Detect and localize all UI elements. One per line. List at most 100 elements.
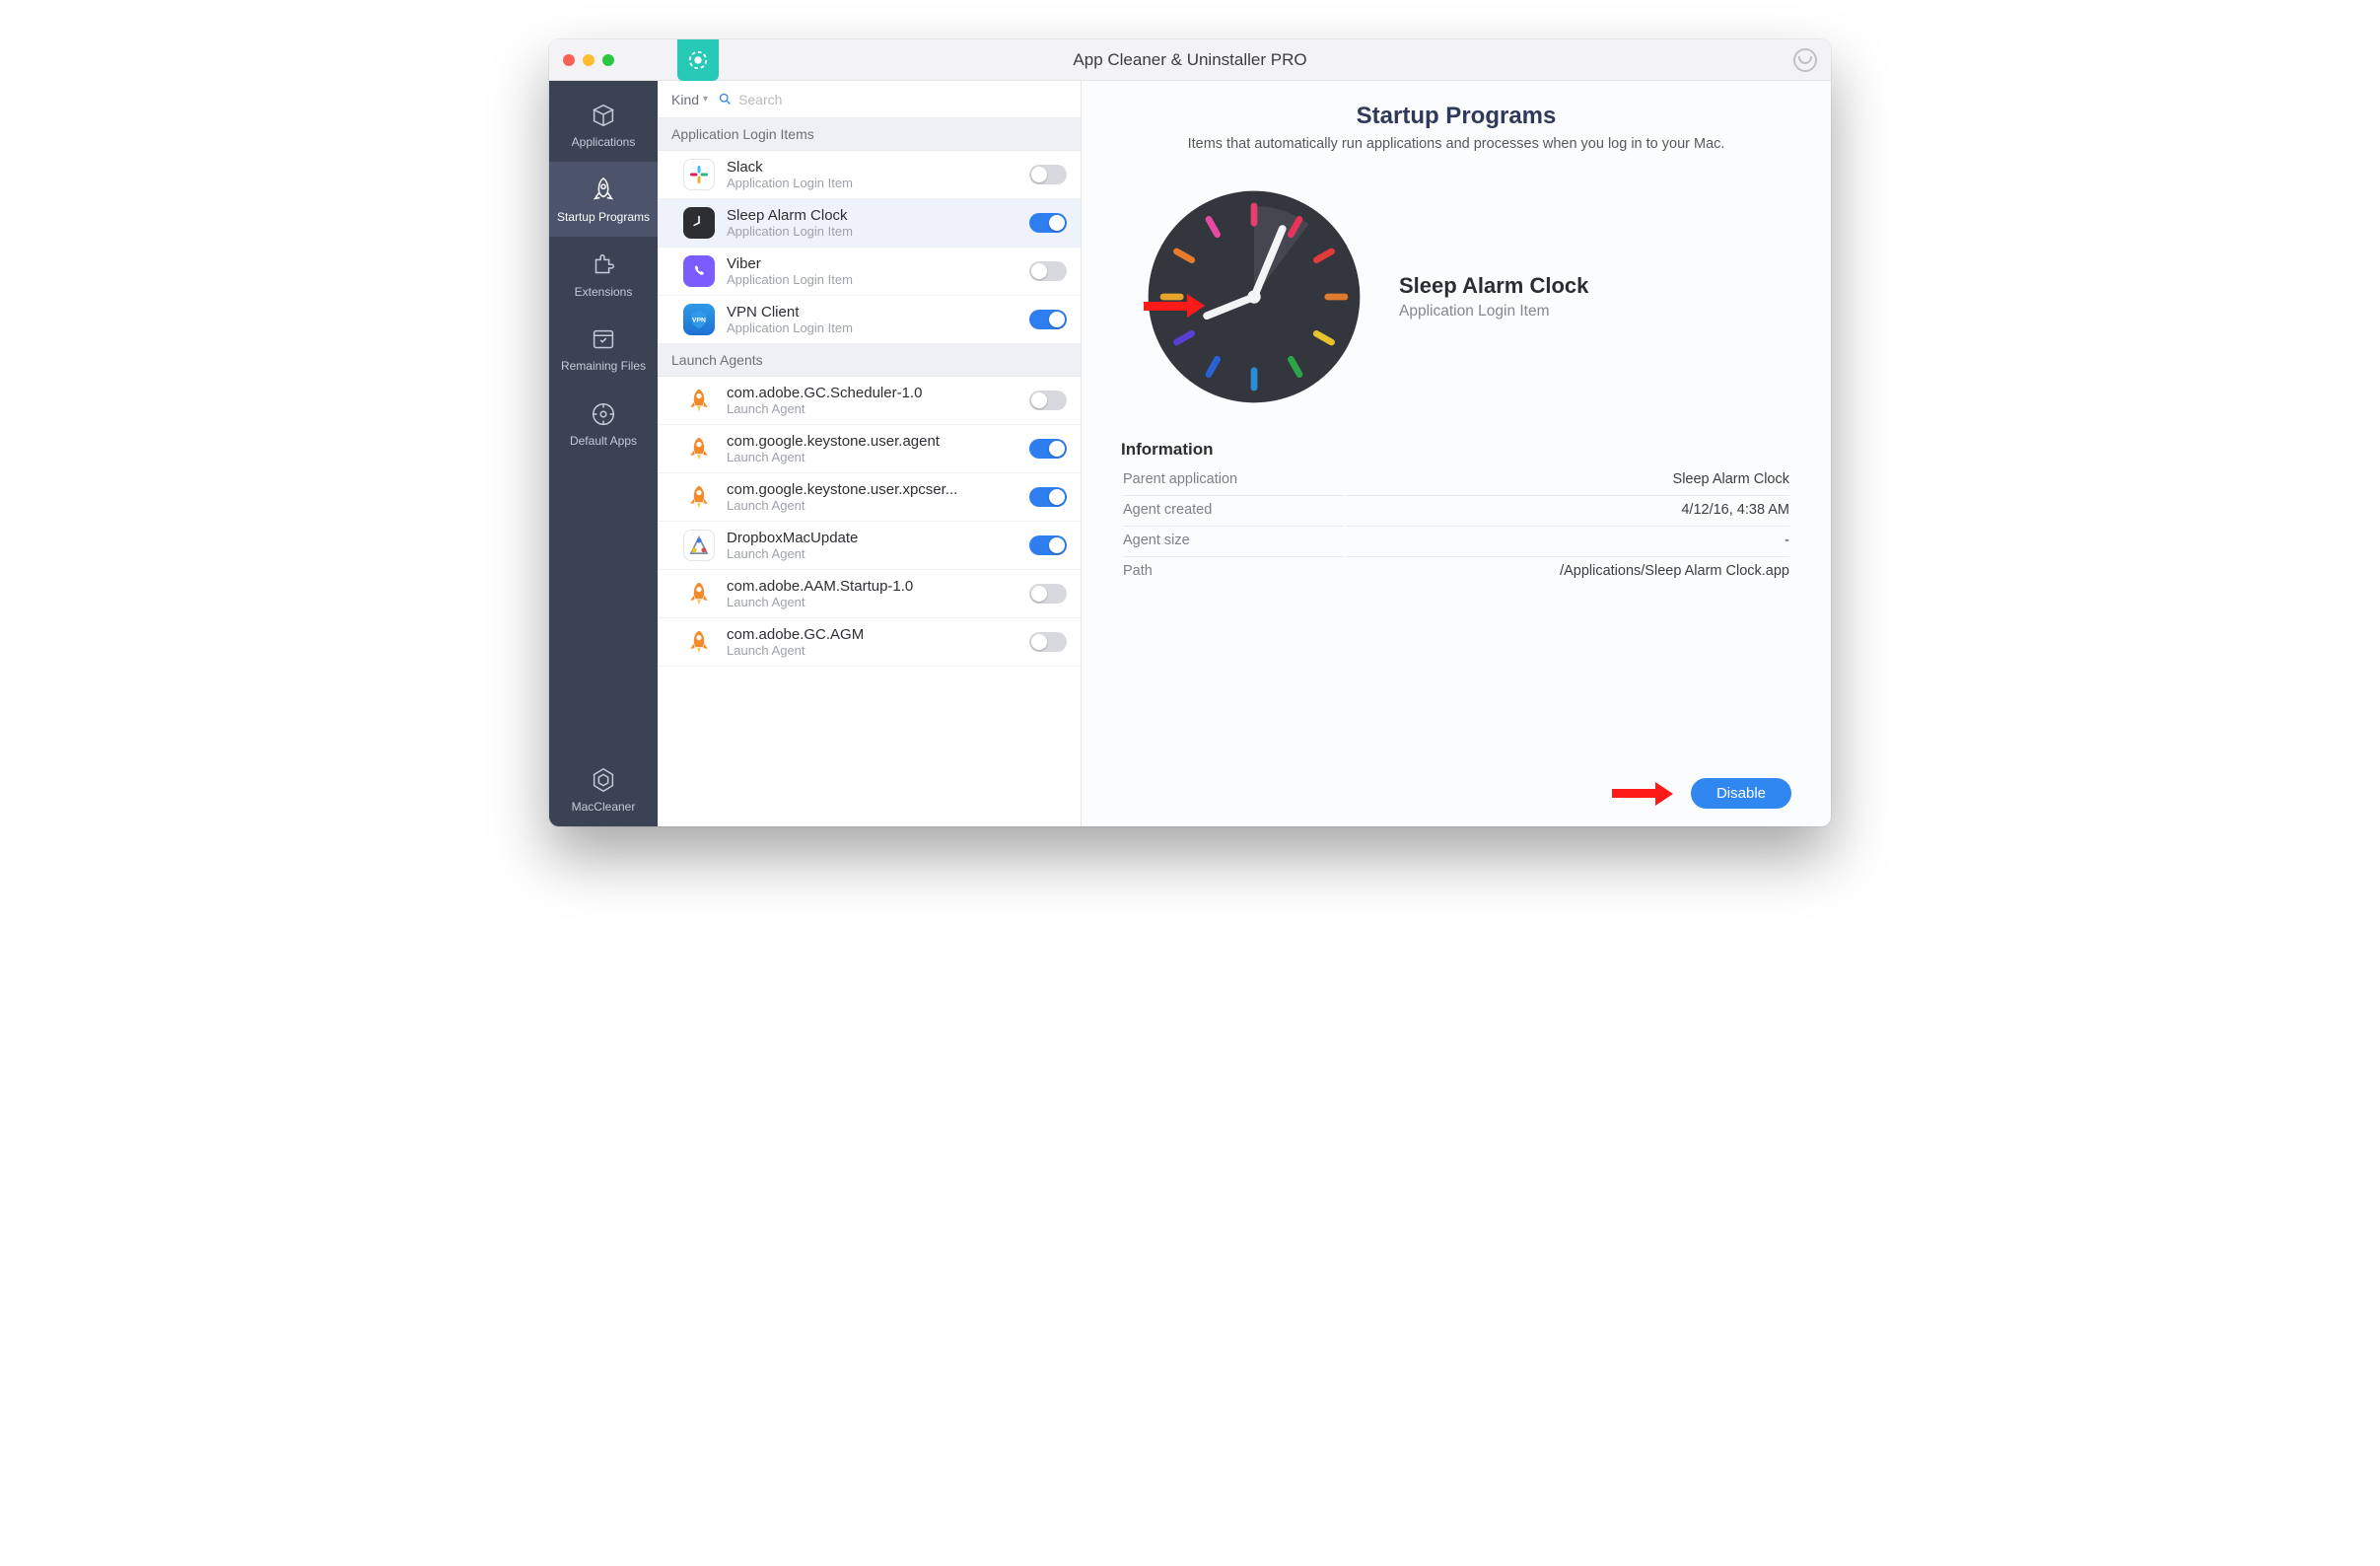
search-icon (718, 92, 733, 107)
sidebar-item-label: Remaining Files (561, 360, 646, 374)
list-item-subtitle: Launch Agent (727, 450, 1017, 464)
rocket-icon (683, 578, 715, 609)
list-item-name: com.google.keystone.user.xpcser... (727, 481, 1017, 498)
enable-toggle[interactable] (1029, 261, 1067, 281)
list-item-subtitle: Launch Agent (727, 595, 1017, 609)
detail-info: Information Parent applicationSleep Alar… (1121, 436, 1791, 587)
enable-toggle[interactable] (1029, 487, 1067, 507)
list-item-name: DropboxMacUpdate (727, 530, 1017, 546)
list-item-subtitle: Launch Agent (727, 546, 1017, 561)
list-item[interactable]: Viber Application Login Item (658, 248, 1081, 296)
detail-pane: Startup Programs Items that automaticall… (1082, 81, 1831, 826)
rocket-icon (683, 433, 715, 464)
search-field[interactable] (718, 92, 1067, 107)
info-row: Agent created4/12/16, 4:38 AM (1123, 495, 1789, 524)
list-item[interactable]: com.adobe.AAM.Startup-1.0 Launch Agent (658, 570, 1081, 618)
enable-toggle[interactable] (1029, 584, 1067, 604)
info-row: Parent applicationSleep Alarm Clock (1123, 465, 1789, 493)
sidebar-item-extensions[interactable]: Extensions (549, 237, 658, 312)
search-input[interactable] (738, 92, 1067, 107)
svg-text:VPN: VPN (692, 317, 706, 323)
info-key: Path (1123, 556, 1344, 585)
enable-toggle[interactable] (1029, 632, 1067, 652)
list-item[interactable]: com.adobe.GC.AGM Launch Agent (658, 618, 1081, 667)
sidebar-item-label: MacCleaner (572, 801, 636, 815)
list-item-name: Sleep Alarm Clock (727, 207, 1017, 224)
viber-icon (683, 255, 715, 287)
slack-icon (683, 159, 715, 190)
list-item[interactable]: com.google.keystone.user.xpcser... Launc… (658, 473, 1081, 522)
info-value: /Applications/Sleep Alarm Clock.app (1346, 556, 1789, 585)
sidebar-item-remaining-files[interactable]: Remaining Files (549, 311, 658, 386)
list-rows: Application Login Items Slack Applicatio… (658, 118, 1081, 826)
sidebar-item-label: Applications (572, 136, 636, 150)
titlebar: App Cleaner & Uninstaller PRO (549, 39, 1831, 81)
window-title: App Cleaner & Uninstaller PRO (549, 50, 1831, 70)
list-item-subtitle: Launch Agent (727, 401, 1017, 416)
clock-icon (683, 207, 715, 239)
disable-button[interactable]: Disable (1691, 778, 1791, 809)
chevron-down-icon: ▾ (703, 94, 708, 105)
list-item-name: com.adobe.AAM.Startup-1.0 (727, 578, 1017, 595)
list-item-subtitle: Application Login Item (727, 320, 1017, 335)
rocket-icon (683, 626, 715, 658)
info-row: Path/Applications/Sleep Alarm Clock.app (1123, 556, 1789, 585)
annotation-arrow-icon (1144, 294, 1205, 318)
sidebar-item-label: Extensions (575, 286, 633, 300)
list-section-header: Application Login Items (658, 118, 1081, 151)
detail-footer: Disable (1121, 762, 1791, 809)
list-item-subtitle: Application Login Item (727, 224, 1017, 239)
rocket-icon (683, 481, 715, 513)
sidebar-item-label: Default Apps (570, 435, 637, 449)
sort-kind-button[interactable]: Kind ▾ (671, 92, 708, 107)
detail-app-name: Sleep Alarm Clock (1399, 273, 1588, 299)
dropbox-icon (683, 530, 715, 561)
sidebar-item-applications[interactable]: Applications (549, 87, 658, 162)
sidebar-item-startup-programs[interactable]: Startup Programs (549, 162, 658, 237)
enable-toggle[interactable] (1029, 310, 1067, 329)
list-item-name: VPN Client (727, 304, 1017, 320)
list-item[interactable]: VPN VPN Client Application Login Item (658, 296, 1081, 344)
detail-heading: Startup Programs (1121, 103, 1791, 130)
list-item-name: com.adobe.GC.AGM (727, 626, 1017, 643)
enable-toggle[interactable] (1029, 165, 1067, 184)
enable-toggle[interactable] (1029, 535, 1067, 555)
app-window: App Cleaner & Uninstaller PRO Applicatio… (549, 39, 1831, 826)
list-item-subtitle: Application Login Item (727, 176, 1017, 190)
detail-subtitle: Items that automatically run application… (1121, 136, 1791, 152)
list-item-name: Viber (727, 255, 1017, 272)
info-heading: Information (1121, 440, 1791, 460)
list-item-name: com.google.keystone.user.agent (727, 433, 1017, 450)
detail-hero-text: Sleep Alarm Clock Application Login Item (1399, 273, 1588, 320)
info-key: Agent created (1123, 495, 1344, 524)
detail-hero: Sleep Alarm Clock Application Login Item (1121, 176, 1791, 436)
list-item-subtitle: Application Login Item (727, 272, 1017, 287)
info-row: Agent size- (1123, 526, 1789, 554)
info-key: Agent size (1123, 526, 1344, 554)
info-value: Sleep Alarm Clock (1346, 465, 1789, 493)
list-item[interactable]: DropboxMacUpdate Launch Agent (658, 522, 1081, 570)
list-section-header: Launch Agents (658, 344, 1081, 377)
list-item[interactable]: com.google.keystone.user.agent Launch Ag… (658, 425, 1081, 473)
list-item-name: com.adobe.GC.Scheduler-1.0 (727, 385, 1017, 401)
list-item[interactable]: com.adobe.GC.Scheduler-1.0 Launch Agent (658, 377, 1081, 425)
list-item[interactable]: Sleep Alarm Clock Application Login Item (658, 199, 1081, 248)
enable-toggle[interactable] (1029, 391, 1067, 410)
list-item-name: Slack (727, 159, 1017, 176)
info-value: 4/12/16, 4:38 AM (1346, 495, 1789, 524)
enable-toggle[interactable] (1029, 213, 1067, 233)
detail-app-kind: Application Login Item (1399, 303, 1588, 320)
list-pane: Kind ▾ Application Login Items Slack App… (658, 81, 1082, 826)
info-key: Parent application (1123, 465, 1344, 493)
sidebar-item-label: Startup Programs (557, 211, 650, 225)
sidebar-item-default-apps[interactable]: Default Apps (549, 386, 658, 461)
rocket-icon (683, 385, 715, 416)
vpn-icon: VPN (683, 304, 715, 335)
info-value: - (1346, 526, 1789, 554)
list-item[interactable]: Slack Application Login Item (658, 151, 1081, 199)
info-table: Parent applicationSleep Alarm ClockAgent… (1121, 463, 1791, 587)
enable-toggle[interactable] (1029, 439, 1067, 459)
feedback-icon[interactable] (1793, 48, 1817, 72)
sidebar-item-maccleaner[interactable]: MacCleaner (549, 751, 658, 826)
list-item-subtitle: Launch Agent (727, 498, 1017, 513)
